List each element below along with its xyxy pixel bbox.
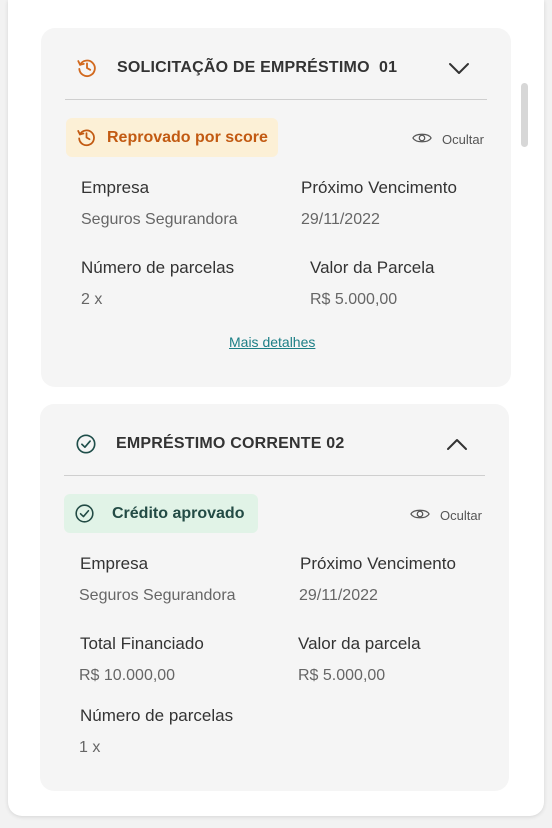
current-loan-card: EMPRÉSTIMO CORRENTE 02 Crédito aprovado … — [40, 404, 509, 791]
installment-value-label: Valor da Parcela — [310, 258, 435, 277]
installment-value-value: R$ 5.000,00 — [310, 291, 398, 308]
next-due-label: Próximo Vencimento — [301, 178, 457, 197]
clock-history-icon — [77, 59, 96, 78]
company-value: Seguros Segurandora — [79, 587, 236, 604]
status-text: Reprovado por score — [107, 129, 268, 146]
installments-label: Número de parcelas — [80, 706, 234, 725]
hide-label: Ocultar — [442, 132, 484, 147]
status-badge: Crédito aprovado — [64, 494, 258, 533]
loan-request-title: SOLICITAÇÃO DE EMPRÉSTIMO 01 — [117, 59, 398, 76]
hide-button[interactable]: Ocultar — [410, 505, 490, 525]
eye-icon — [412, 133, 432, 143]
next-due-value: 29/11/2022 — [301, 211, 380, 228]
installments-value: 2 x — [81, 291, 103, 308]
hide-button[interactable]: Ocultar — [412, 129, 492, 149]
installments-label: Número de parcelas — [81, 258, 235, 277]
clock-history-icon — [77, 129, 95, 147]
hide-label: Ocultar — [440, 508, 482, 523]
eye-icon — [410, 509, 430, 519]
status-text: Crédito aprovado — [112, 505, 245, 522]
total-financed-value: R$ 10.000,00 — [79, 667, 176, 684]
status-badge: Reprovado por score — [66, 118, 278, 157]
next-due-label: Próximo Vencimento — [300, 554, 456, 573]
chevron-down-icon[interactable] — [447, 60, 471, 76]
loan-request-header[interactable]: SOLICITAÇÃO DE EMPRÉSTIMO 01 — [65, 28, 487, 100]
company-label: Empresa — [81, 178, 150, 197]
more-details-link[interactable]: Mais detalhes — [229, 334, 315, 350]
total-financed-label: Total Financiado — [80, 634, 204, 653]
check-circle-icon — [75, 504, 94, 523]
next-due-value: 29/11/2022 — [299, 587, 378, 604]
company-value: Seguros Segurandora — [81, 211, 238, 228]
chevron-up-icon[interactable] — [445, 436, 469, 452]
check-circle-icon — [76, 434, 96, 454]
current-loan-title: EMPRÉSTIMO CORRENTE 02 — [116, 435, 345, 452]
current-loan-header[interactable]: EMPRÉSTIMO CORRENTE 02 — [64, 404, 485, 476]
scrollbar-thumb[interactable] — [521, 83, 528, 147]
loan-request-card: SOLICITAÇÃO DE EMPRÉSTIMO 01 Reprovado p… — [41, 28, 511, 387]
installments-value: 1 x — [79, 739, 101, 756]
company-label: Empresa — [80, 554, 149, 573]
installment-value-value: R$ 5.000,00 — [298, 667, 386, 684]
installment-value-label: Valor da parcela — [298, 634, 421, 653]
